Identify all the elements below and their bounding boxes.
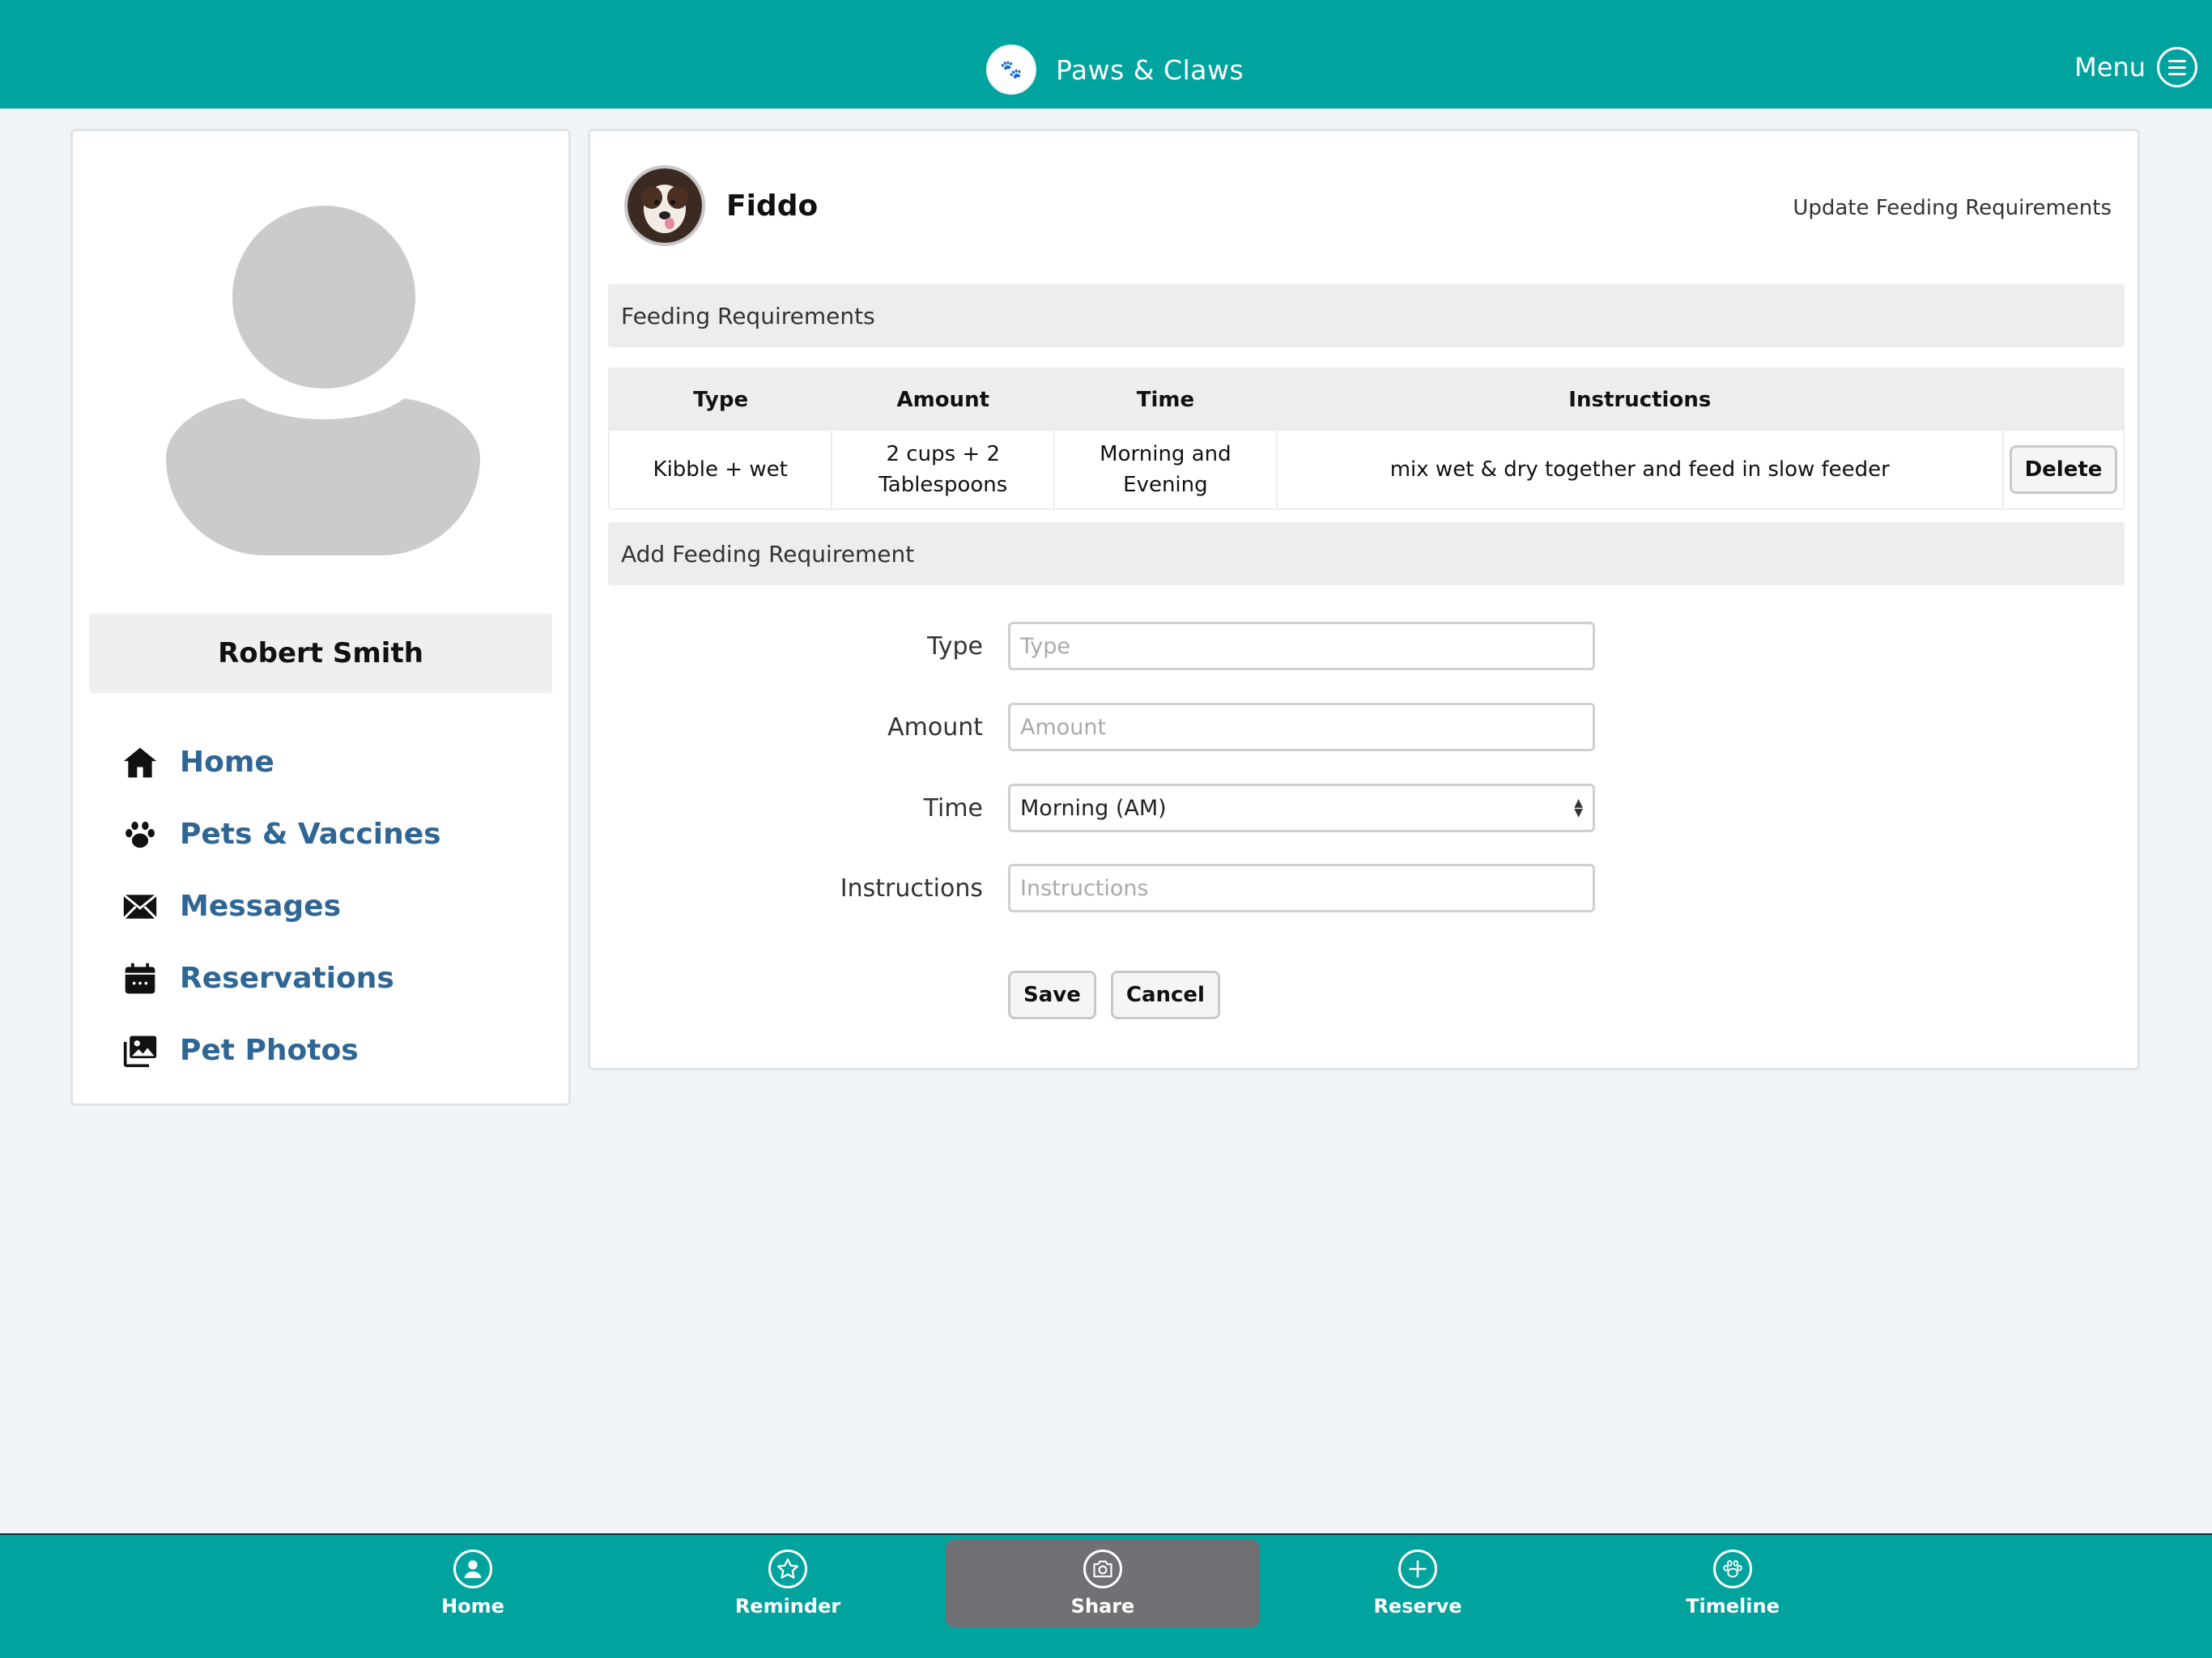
- save-button[interactable]: Save: [1008, 971, 1096, 1019]
- paw-icon: [1713, 1550, 1752, 1588]
- column-header-action: [2003, 369, 2123, 431]
- cell-type: Kibble + wet: [610, 431, 833, 508]
- select-arrows-icon: ▲ ▼: [1574, 797, 1583, 819]
- update-feeding-link[interactable]: Update Feeding Requirements: [1793, 196, 2112, 220]
- camera-icon: [1083, 1550, 1122, 1588]
- time-label: Time: [923, 793, 983, 823]
- instructions-input[interactable]: [1008, 864, 1595, 912]
- sidebar-item-messages[interactable]: Messages: [121, 870, 441, 942]
- cell-amount: 2 cups + 2 Tablespoons: [832, 431, 1056, 508]
- cell-instructions: mix wet & dry together and feed in slow …: [1276, 431, 2005, 508]
- tab-label: Timeline: [1686, 1595, 1780, 1618]
- amount-label: Amount: [887, 712, 983, 742]
- sidebar-item-label: Pet Photos: [180, 1034, 359, 1067]
- amount-row: Amount: [590, 703, 2142, 751]
- sidebar-item-reservations[interactable]: Reservations: [121, 942, 441, 1014]
- bottom-tab-bar: Home Reminder Share Reserve Timeline: [0, 1533, 2212, 1658]
- paw-icon: [121, 816, 159, 853]
- add-feeding-requirement-header: Add Feeding Requirement: [608, 522, 2125, 585]
- app-name: Paws & Claws: [1056, 53, 1244, 86]
- sidebar-item-label: Messages: [180, 890, 342, 923]
- table-header-row: Type Amount Time Instructions: [610, 369, 2123, 431]
- star-icon: [768, 1550, 807, 1588]
- sidebar-item-label: Home: [180, 746, 274, 779]
- sidebar-item-home[interactable]: Home: [121, 726, 441, 798]
- user-circle-icon: [453, 1550, 492, 1588]
- hamburger-icon: [2157, 47, 2197, 87]
- type-label: Type: [927, 631, 983, 661]
- photos-icon: [121, 1032, 159, 1069]
- menu-label: Menu: [2074, 52, 2146, 83]
- tab-home[interactable]: Home: [316, 1540, 630, 1627]
- calendar-icon: [121, 960, 159, 997]
- column-header-instructions: Instructions: [1276, 369, 2004, 431]
- feeding-requirements-header: Feeding Requirements: [608, 284, 2125, 347]
- brand[interactable]: 🐾 Paws & Claws: [986, 43, 1244, 96]
- sidebar-item-label: Pets & Vaccines: [180, 818, 441, 851]
- sidebar-item-pet-photos[interactable]: Pet Photos: [121, 1014, 441, 1086]
- cancel-button[interactable]: Cancel: [1110, 971, 1220, 1019]
- user-name: Robert Smith: [89, 614, 552, 693]
- delete-button[interactable]: Delete: [2009, 445, 2118, 494]
- feeding-card: Fiddo Update Feeding Requirements Feedin…: [588, 129, 2140, 1070]
- sidebar-item-label: Reservations: [180, 962, 394, 995]
- sidebar-item-pets-vaccines[interactable]: Pets & Vaccines: [121, 798, 441, 870]
- tab-share[interactable]: Share: [946, 1540, 1260, 1627]
- home-icon: [121, 744, 159, 781]
- tab-timeline[interactable]: Timeline: [1576, 1540, 1890, 1627]
- column-header-type: Type: [610, 369, 832, 431]
- column-header-amount: Amount: [832, 369, 1055, 431]
- pet-photo: [624, 165, 705, 246]
- brand-logo: 🐾: [986, 45, 1036, 95]
- tab-label: Reserve: [1373, 1595, 1462, 1618]
- feeding-table: Type Amount Time Instructions Kibble + w…: [608, 368, 2125, 510]
- profile-sidebar: Robert Smith Home Pets & Vaccines Messag…: [70, 129, 571, 1106]
- envelope-icon: [121, 888, 159, 925]
- tab-label: Home: [441, 1595, 504, 1618]
- time-select-value: Morning (AM): [1020, 795, 1167, 821]
- type-row: Type: [590, 622, 2142, 670]
- menu-button[interactable]: Menu: [2074, 47, 2197, 87]
- table-row: Kibble + wet 2 cups + 2 Tablespoons Morn…: [610, 431, 2123, 508]
- sidebar-nav: Home Pets & Vaccines Messages Reservatio…: [121, 726, 441, 1086]
- tab-reminder[interactable]: Reminder: [631, 1540, 945, 1627]
- time-select[interactable]: Morning (AM) ▲ ▼: [1008, 784, 1595, 832]
- time-row: Time Morning (AM) ▲ ▼: [590, 784, 2142, 832]
- plus-icon: [1398, 1550, 1437, 1588]
- tab-label: Share: [1070, 1595, 1135, 1618]
- cell-action: Delete: [2003, 431, 2123, 508]
- amount-input[interactable]: [1008, 703, 1595, 751]
- instructions-label: Instructions: [840, 874, 983, 903]
- type-input[interactable]: [1008, 622, 1595, 670]
- column-header-time: Time: [1054, 369, 1277, 431]
- pet-name: Fiddo: [726, 189, 819, 223]
- form-actions: Save Cancel: [1008, 971, 1220, 1019]
- cell-time: Morning and Evening: [1054, 431, 1278, 508]
- top-bar: 🐾 Paws & Claws Menu: [0, 0, 2212, 108]
- tab-reserve[interactable]: Reserve: [1261, 1540, 1575, 1627]
- instructions-row: Instructions: [590, 864, 2142, 912]
- avatar: [166, 206, 480, 555]
- tab-label: Reminder: [734, 1595, 841, 1618]
